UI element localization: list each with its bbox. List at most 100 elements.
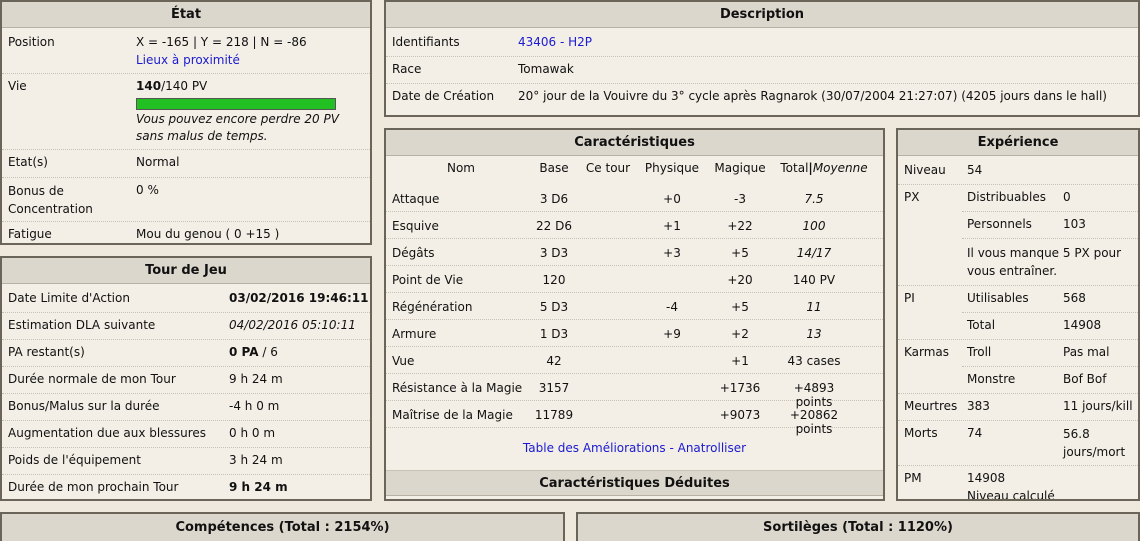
col-magique: Magique	[714, 161, 766, 175]
carac-cell-magique: +1	[731, 354, 749, 368]
vie-max: /140 PV	[161, 79, 208, 93]
etats-value: Normal	[136, 155, 180, 169]
px-dist-value: 0	[1063, 190, 1071, 204]
race-value: Tomawak	[518, 62, 574, 76]
date-value: 20° jour de la Vouivre du 3° cycle après…	[518, 89, 1107, 103]
pm-note: Niveau calculé	[967, 489, 1055, 501]
carac-row: Vue 42 +1 43 cases	[386, 347, 883, 374]
tour-row-label: Augmentation due aux blessures	[8, 426, 207, 440]
pi-util-row: Utilisables 568	[962, 286, 1138, 313]
carac-cell-base: 120	[542, 273, 566, 287]
vie-bar-fill	[137, 99, 335, 109]
carac-cell-nom: Régénération	[392, 300, 473, 314]
tour-row-label: Durée normale de mon Tour	[8, 372, 176, 386]
tour-row: PA restant(s) 0 PA / 6	[2, 340, 370, 367]
px-dist-row: Distribuables 0	[962, 185, 1138, 212]
carac-title: Caractéristiques	[386, 130, 883, 156]
etat-panel: État Position X = -165 | Y = 218 | N = -…	[0, 0, 372, 245]
carac-cell-magique: +22	[727, 219, 753, 233]
position-row: Position X = -165 | Y = 218 | N = -86 Li…	[2, 30, 370, 74]
id-row: Identifiants 43406 - H2P	[386, 30, 1138, 57]
competences-title[interactable]: Compétences (Total : 2154%)	[2, 514, 563, 541]
karma-troll-value: Pas mal	[1063, 345, 1110, 359]
pi-total-label: Total	[967, 318, 996, 332]
carac-cell-nom: Esquive	[392, 219, 439, 233]
fatigue-value: Mou du genou ( 0 +15 )	[136, 227, 280, 241]
pi-util-value: 568	[1063, 291, 1086, 305]
niveau-value: 54	[967, 163, 983, 177]
carac-cell-magique: +5	[731, 300, 749, 314]
px-pers-label: Personnels	[967, 217, 1032, 231]
exp-title: Expérience	[898, 130, 1138, 156]
karma-troll-label: Troll	[967, 345, 992, 359]
carac-panel: Caractéristiques Nom Base Ce tour Physiq…	[384, 128, 885, 501]
tour-row-value: 9 h 24 m	[229, 372, 283, 386]
carac-cell-nom: Résistance à la Magie	[392, 381, 523, 395]
carac-row: Attaque 3 D6 +0 -3 7.5	[386, 185, 883, 212]
px-pers-row: Personnels 103	[962, 212, 1138, 239]
tour-row-value: 0 h 0 m	[229, 426, 276, 440]
karma-monstre-value: Bof Bof	[1063, 372, 1107, 386]
tour-row-value: 3 h 24 m	[229, 453, 283, 467]
morts-rate: 56.8 jours/mort	[1063, 427, 1126, 459]
carac-cell-total: 11	[806, 300, 822, 314]
carac-cell-base: 3 D3	[539, 246, 569, 260]
pa-max: / 6	[258, 345, 278, 359]
id-link[interactable]: 43406 - H2P	[518, 35, 592, 49]
tour-row: Estimation DLA suivante 04/02/2016 05:10:…	[2, 313, 370, 340]
carac-cell-base: 1 D3	[539, 327, 569, 341]
tour-row-label: PA restant(s)	[8, 345, 85, 359]
race-label: Race	[392, 62, 422, 76]
carac-cell-magique: +20	[727, 273, 753, 287]
position-label: Position	[8, 35, 55, 49]
px-dist-label: Distribuables	[967, 190, 1046, 204]
carac-links[interactable]: Table des Améliorations - Anatrolliser	[386, 441, 883, 455]
tour-row-value: -4 h 0 m	[229, 399, 280, 413]
carac-cell-physique: -4	[666, 300, 678, 314]
tour-row-label: Poids de l'équipement	[8, 453, 141, 467]
carac-row: Maîtrise de la Magie 11789 +9073 +20862 poi…	[386, 401, 883, 436]
col-base: Base	[539, 161, 569, 175]
lieux-link[interactable]: Lieux à proximité	[136, 53, 240, 67]
meurtres-row: Meurtres 383 11 jours/kill	[898, 394, 1138, 421]
sortileges-panel[interactable]: Sortilèges (Total : 1120%)	[576, 512, 1140, 541]
carac-cell-total: 43 cases	[787, 354, 841, 368]
px-note: Il vous manque 5 PX pour vous entraîner.	[967, 246, 1122, 278]
carac-cell-physique: +9	[663, 327, 681, 341]
carac-cell-base: 22 D6	[536, 219, 572, 233]
meurtres-rate: 11 jours/kill	[1063, 399, 1133, 413]
bonus-value: 0 %	[136, 183, 159, 197]
race-row: Race Tomawak	[386, 57, 1138, 84]
px-pers-value: 103	[1063, 217, 1086, 231]
carac-cell-magique: +1736	[719, 381, 761, 395]
carac-cell-physique: +3	[663, 246, 681, 260]
tour-row: Poids de l'équipement 3 h 24 m	[2, 448, 370, 475]
carac-cell-magique: +9073	[719, 408, 761, 422]
carac-row: Esquive 22 D6 +1 +22 100	[386, 212, 883, 239]
date-row: Date de Création 20° jour de la Vouivre …	[386, 84, 1138, 111]
pm-label: PM	[904, 471, 922, 485]
fatigue-row: Fatigue Mou du genou ( 0 +15 )	[2, 222, 370, 243]
pm-value: 14908	[967, 471, 1006, 485]
tour-row: Durée normale de mon Tour 9 h 24 m	[2, 367, 370, 394]
tour-row-label: Estimation DLA suivante	[8, 318, 156, 332]
deduites-title[interactable]: Caractéristiques Déduites	[386, 470, 883, 496]
sortileges-title[interactable]: Sortilèges (Total : 1120%)	[578, 514, 1138, 541]
carac-cell-nom: Point de Vie	[392, 273, 464, 287]
col-moyenne: Moyenne	[812, 161, 868, 175]
vie-bar	[136, 98, 336, 110]
carac-cell-magique: +5	[731, 246, 749, 260]
carac-cell-total: 14/17	[796, 246, 832, 260]
description-title: Description	[386, 2, 1138, 28]
carac-cell-base: 3 D6	[539, 192, 569, 206]
carac-cell-total: +20862 points	[789, 408, 839, 436]
carac-cell-nom: Dégâts	[392, 246, 435, 260]
competences-panel[interactable]: Compétences (Total : 2154%)	[0, 512, 565, 541]
meurtres-label: Meurtres	[904, 399, 958, 413]
vie-label: Vie	[8, 79, 27, 93]
position-value: X = -165 | Y = 218 | N = -86	[136, 35, 307, 49]
niveau-row: Niveau 54	[898, 158, 1138, 185]
carac-cell-base: 11789	[534, 408, 574, 422]
id-label: Identifiants	[392, 35, 460, 49]
vie-current: 140	[136, 79, 162, 93]
